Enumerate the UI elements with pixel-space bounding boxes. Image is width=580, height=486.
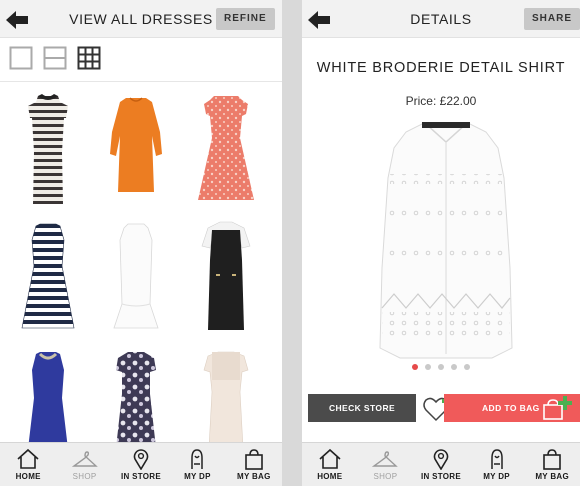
bottom-tab-bar: HOME SHOP IN STORE MY DP MY BAG [302,442,580,486]
tab-my-dp[interactable]: MY DP [169,443,225,486]
tab-my-bag[interactable]: MY BAG [226,443,282,486]
share-button[interactable]: SHARE [524,8,580,30]
hanger-icon [372,451,399,467]
tab-in-store[interactable]: IN STORE [413,443,469,486]
top-bar: VIEW ALL DRESSES REFINE [0,0,282,38]
product-white-peplum-hem-dress[interactable] [96,220,176,338]
product-image[interactable] [374,118,518,364]
tab-in-store[interactable]: IN STORE [113,443,169,486]
view-toggle-bar [0,38,282,82]
carousel-dot[interactable] [464,364,470,370]
tab-my-dp[interactable]: MY DP [469,443,525,486]
hanger-icon [71,451,98,467]
list-view-icon[interactable] [43,46,67,70]
product-striped-bodycon-dress[interactable] [8,92,88,210]
tab-label: MY DP [184,472,211,481]
tab-label: HOME [15,472,41,481]
back-arrow-icon[interactable] [308,11,330,29]
tab-home[interactable]: HOME [0,443,56,486]
back-arrow-icon[interactable] [6,11,28,29]
top-bar: DETAILS SHARE [302,0,580,38]
tab-label: SHOP [72,472,97,481]
grid-view-icon[interactable] [77,46,101,70]
product-detail-screen: DETAILS SHARE WHITE BRODERIE DETAIL SHIR… [302,0,580,486]
carousel-dot[interactable] [412,364,418,370]
image-carousel-dots [302,364,580,370]
product-cobalt-embellished-dress[interactable] [8,348,88,442]
shopping-bag-icon [245,449,263,470]
single-view-icon[interactable] [9,46,33,70]
product-price: Price: £22.00 [405,94,477,108]
dress-list-screen: VIEW ALL DRESSES REFINE HOME SHOP IN STO… [0,0,282,486]
product-navy-stripe-skater-dress[interactable] [8,220,88,338]
my-dp-icon [191,449,204,469]
tab-label: MY BAG [237,472,271,481]
product-orange-shift-dress[interactable] [96,92,176,210]
tab-shop[interactable]: SHOP [358,443,414,486]
home-icon [319,448,341,469]
carousel-dot[interactable] [451,364,457,370]
add-to-bag-icon [543,396,572,420]
product-grid [0,84,282,442]
add-to-bag-button[interactable]: ADD TO BAG [444,394,580,422]
tab-my-bag[interactable]: MY BAG [524,443,580,486]
tab-label: SHOP [373,472,398,481]
carousel-dot[interactable] [438,364,444,370]
home-icon [17,448,39,469]
refine-button[interactable]: REFINE [216,8,275,30]
product-title: WHITE BRODERIE DETAIL SHIRT [316,60,566,76]
product-floral-print-dress[interactable] [96,348,176,442]
add-to-bag-label: ADD TO BAG [482,403,540,413]
tab-label: IN STORE [420,472,461,481]
my-dp-icon [490,449,503,469]
tab-label: MY DP [483,472,510,481]
tab-label: HOME [317,472,343,481]
tab-label: IN STORE [120,472,162,481]
carousel-dot[interactable] [425,364,431,370]
product-black-pinafore-dress[interactable] [186,220,266,338]
location-pin-icon [433,449,449,470]
check-store-button[interactable]: CHECK STORE [308,394,416,422]
product-coral-print-skater-dress[interactable] [186,92,266,210]
tab-shop[interactable]: SHOP [56,443,112,486]
product-cream-lace-dress[interactable] [186,348,266,442]
bottom-tab-bar: HOME SHOP IN STORE MY DP MY BAG [0,442,282,486]
tab-label: MY BAG [535,472,569,481]
location-pin-icon [133,449,149,470]
tab-home[interactable]: HOME [302,443,358,486]
shopping-bag-icon [543,449,561,470]
